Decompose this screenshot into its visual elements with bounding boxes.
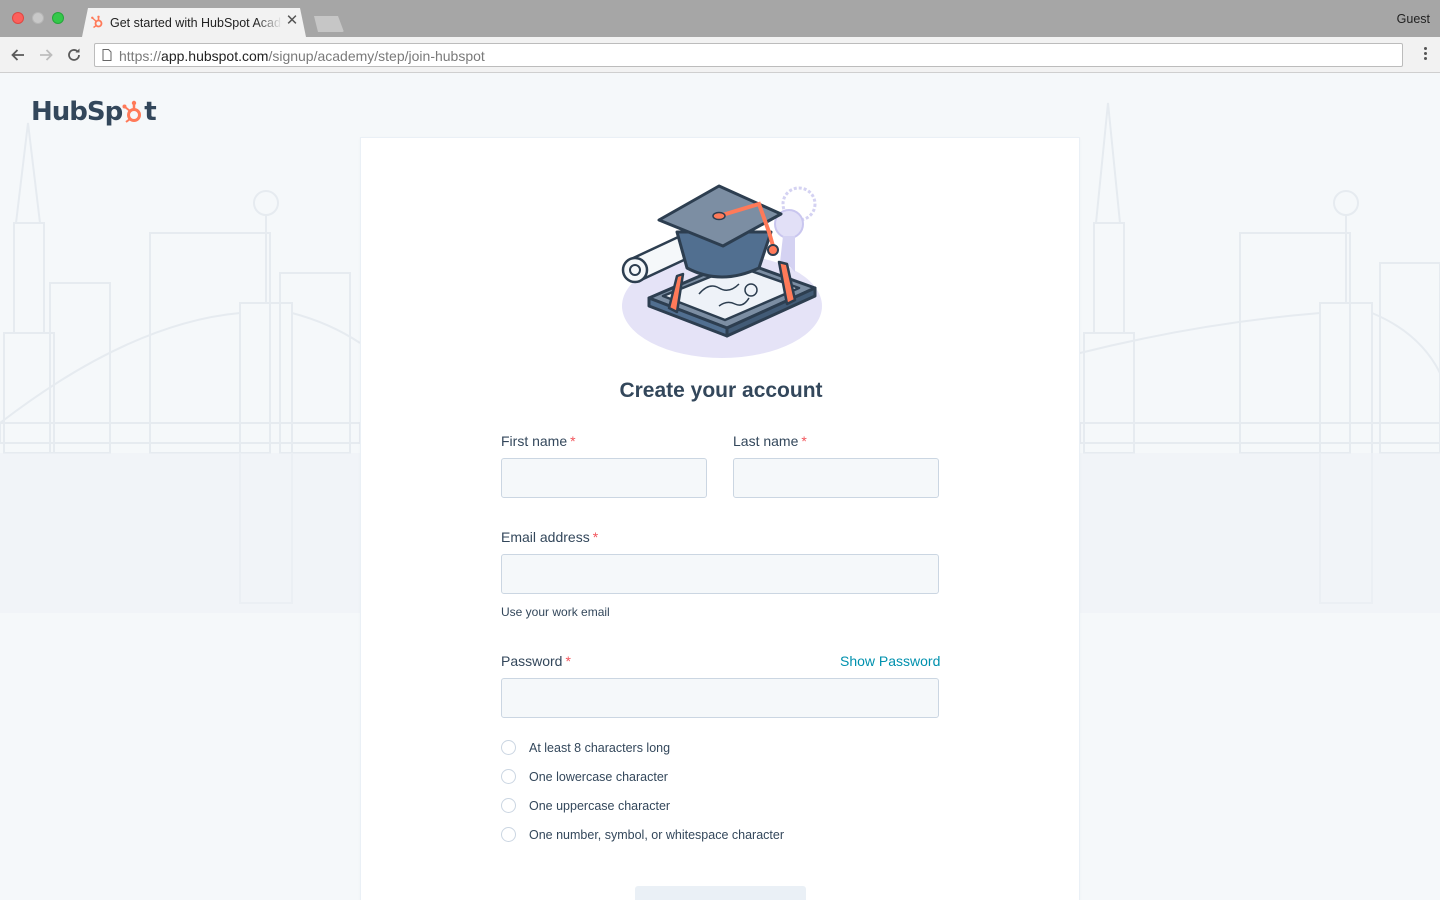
email-label: Email address * xyxy=(501,529,598,545)
rule-status-circle-icon xyxy=(501,798,516,813)
submit-button[interactable] xyxy=(635,886,806,900)
close-window-button[interactable] xyxy=(12,12,24,24)
close-tab-icon[interactable]: ✕ xyxy=(284,13,300,29)
url-text: https://app.hubspot.com/signup/academy/s… xyxy=(119,48,485,64)
reload-icon[interactable] xyxy=(64,45,84,65)
last-name-field[interactable] xyxy=(733,458,939,498)
first-name-label-text: First name xyxy=(501,433,568,449)
password-label: Password * xyxy=(501,653,571,669)
required-asterisk: * xyxy=(592,529,599,545)
last-name-label-text: Last name xyxy=(733,433,799,449)
rule-status-circle-icon xyxy=(501,769,516,784)
email-help-text: Use your work email xyxy=(501,605,610,619)
url-host: app.hubspot.com xyxy=(161,48,269,64)
first-name-label: First name * xyxy=(501,433,576,449)
first-name-field[interactable] xyxy=(501,458,707,498)
show-password-link[interactable]: Show Password xyxy=(840,653,940,669)
tab-title: Get started with HubSpot Academy xyxy=(110,16,282,30)
hubspot-logo: HubSp t xyxy=(31,95,157,129)
rule-text: One uppercase character xyxy=(529,799,671,813)
logo-text-start: HubSp xyxy=(31,97,123,127)
browser-toolbar: https://app.hubspot.com/signup/academy/s… xyxy=(0,37,1440,73)
maximize-window-button[interactable] xyxy=(52,12,64,24)
logo-text-end: t xyxy=(144,97,156,127)
rule-status-circle-icon xyxy=(501,827,516,842)
required-asterisk: * xyxy=(801,433,807,449)
back-arrow-icon[interactable] xyxy=(8,45,28,65)
page-content: HubSp t Create your account First name *… xyxy=(0,73,1440,900)
email-label-text: Email address xyxy=(501,529,590,545)
rule-text: One number, symbol, or whitespace charac… xyxy=(529,828,784,842)
required-asterisk: * xyxy=(565,653,571,669)
profile-name[interactable]: Guest xyxy=(1397,12,1430,26)
page-title: Create your account xyxy=(619,379,823,402)
hubspot-favicon-icon xyxy=(91,15,103,29)
password-label-text: Password xyxy=(501,653,563,669)
browser-menu-icon[interactable] xyxy=(1424,47,1428,63)
url-path: /signup/academy/step/join-hubspot xyxy=(268,48,485,64)
graduation-cap-illustration xyxy=(621,184,822,358)
rule-text: At least 8 characters long xyxy=(529,741,671,755)
browser-titlebar: Get started with HubSpot Academy ✕ Guest xyxy=(0,0,1440,37)
last-name-label: Last name * xyxy=(733,433,807,449)
page-icon xyxy=(102,49,112,61)
minimize-window-button[interactable] xyxy=(32,12,44,24)
new-tab-button[interactable] xyxy=(314,16,344,32)
password-field[interactable] xyxy=(501,678,939,718)
forward-arrow-icon[interactable] xyxy=(36,45,56,65)
browser-tab-active[interactable]: Get started with HubSpot Academy ✕ xyxy=(82,8,306,37)
url-scheme: https:// xyxy=(119,48,162,64)
required-asterisk: * xyxy=(570,433,576,449)
hubspot-sprocket-icon xyxy=(122,100,142,123)
address-bar[interactable]: https://app.hubspot.com/signup/academy/s… xyxy=(94,43,1403,67)
rule-text: One lowercase character xyxy=(529,770,668,784)
signup-card: Create your account First name * Last nam… xyxy=(360,137,1080,900)
rule-status-circle-icon xyxy=(501,740,516,755)
email-field[interactable] xyxy=(501,554,939,594)
